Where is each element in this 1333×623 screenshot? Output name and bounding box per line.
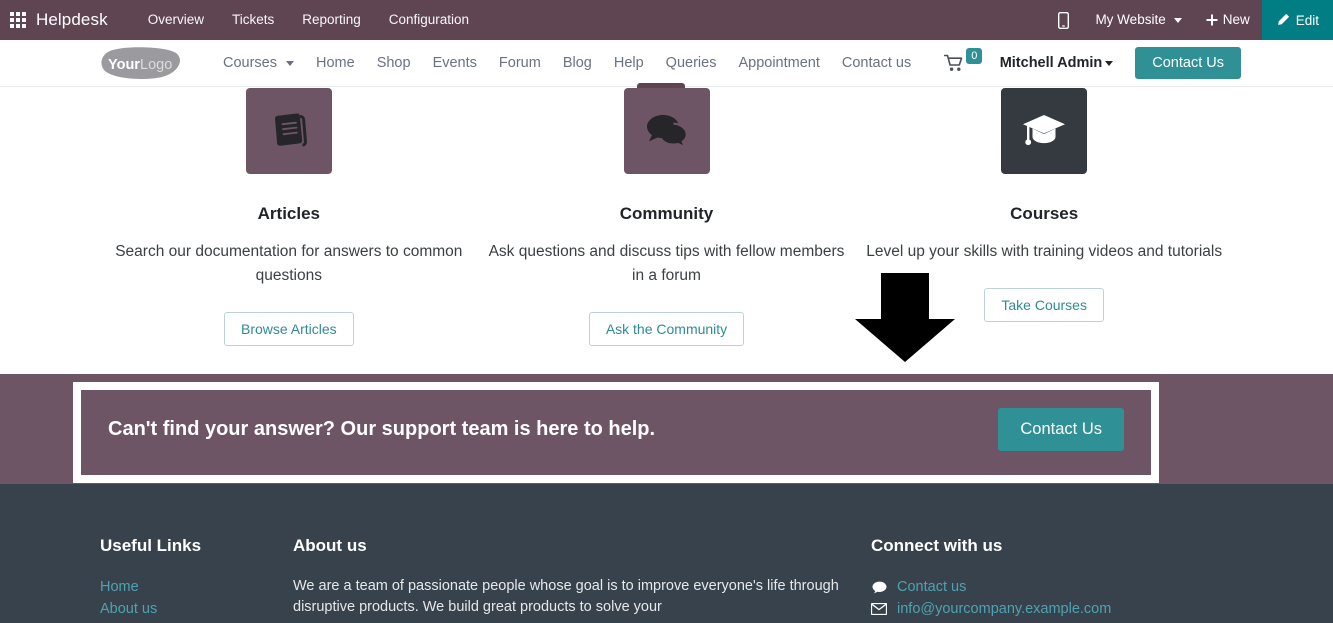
card-community: Community Ask questions and discuss tips… (478, 88, 856, 374)
mobile-phone-icon[interactable] (1058, 11, 1070, 29)
website-selector[interactable]: My Website (1083, 0, 1193, 40)
pencil-icon (1277, 13, 1289, 25)
shopping-cart-icon (944, 54, 963, 71)
nav-item-events[interactable]: Events (422, 55, 488, 71)
footer-useful-links: Useful Links Home About us (100, 536, 293, 623)
chevron-down-icon (1105, 60, 1114, 66)
website-navbar: Your Logo Courses Home Shop Events Forum… (0, 40, 1333, 87)
your-logo-icon: Your Logo (101, 47, 180, 79)
nav-item-queries[interactable]: Queries (655, 55, 728, 71)
support-cta-content: Can't find your answer? Our support team… (81, 390, 1151, 468)
user-menu-label: Mitchell Admin (999, 55, 1103, 71)
help-options-section: Articles Search our documentation for an… (0, 88, 1333, 374)
footer-link-home[interactable]: Home (100, 576, 293, 598)
book-icon (245, 88, 332, 174)
cart-count-badge: 0 (966, 48, 983, 65)
footer-about-heading: About us (293, 536, 367, 555)
footer-about: About us We are a team of passionate peo… (293, 536, 871, 623)
helpdesk-website-page: Helpdesk Overview Tickets Reporting Conf… (0, 0, 1333, 623)
support-cta-text: Can't find your answer? Our support team… (108, 417, 656, 440)
backend-menu-overview[interactable]: Overview (134, 0, 218, 40)
card-articles: Articles Search our documentation for an… (100, 88, 478, 374)
footer-useful-links-heading: Useful Links (100, 536, 202, 555)
card-courses-title: Courses (1010, 204, 1079, 223)
footer-connect-heading: Connect with us (871, 536, 1003, 555)
website-navbar-right: Mitchell Admin Contact Us (1000, 47, 1241, 79)
new-button[interactable]: New (1194, 0, 1262, 40)
footer-contact-us-link[interactable]: Contact us (897, 576, 966, 598)
graduation-cap-icon (1001, 88, 1088, 174)
nav-contact-us-button[interactable]: Contact Us (1135, 47, 1241, 79)
nav-item-courses-label: Courses (223, 55, 277, 71)
svg-text:Your: Your (108, 57, 140, 73)
down-arrow-annotation (855, 273, 955, 362)
backend-menu: Overview Tickets Reporting Configuration (134, 0, 483, 40)
take-courses-button[interactable]: Take Courses (984, 288, 1104, 322)
backend-menu-tickets[interactable]: Tickets (218, 0, 288, 40)
nav-item-contact-us[interactable]: Contact us (831, 55, 922, 71)
site-logo[interactable]: Your Logo (100, 46, 184, 80)
apps-grid-icon[interactable] (10, 12, 26, 28)
new-button-label: New (1222, 12, 1250, 27)
nav-item-forum[interactable]: Forum (488, 55, 552, 71)
chevron-down-icon (286, 60, 294, 66)
edit-button-label: Edit (1295, 12, 1319, 28)
envelope-icon (871, 603, 887, 615)
footer-connect: Connect with us Contact us info@yourcomp… (871, 536, 1233, 623)
card-community-description: Ask questions and discuss tips with fell… (488, 243, 845, 284)
footer-contact-row[interactable]: Contact us (871, 576, 1233, 598)
footer-about-text: We are a team of passionate people whose… (293, 578, 839, 615)
backend-menu-reporting[interactable]: Reporting (288, 0, 375, 40)
nav-item-home[interactable]: Home (305, 55, 366, 71)
website-menu: Courses Home Shop Events Forum Blog Help… (212, 48, 983, 72)
footer-email-row[interactable]: info@yourcompany.example.com (871, 598, 1233, 620)
card-community-title: Community (619, 204, 714, 223)
card-articles-title: Articles (257, 204, 321, 223)
plus-icon (1206, 14, 1218, 26)
card-articles-description: Search our documentation for answers to … (115, 243, 463, 284)
svg-text:Logo: Logo (140, 57, 172, 73)
backend-bar-right: My Website New Edit (1058, 0, 1333, 40)
card-courses-description: Level up your skills with training video… (866, 243, 1223, 260)
chevron-down-icon (1173, 17, 1182, 23)
cta-contact-us-button[interactable]: Contact Us (998, 407, 1124, 451)
nav-item-blog[interactable]: Blog (552, 55, 603, 71)
cart-button[interactable]: 0 (944, 48, 983, 72)
nav-item-help[interactable]: Help (603, 55, 655, 71)
edit-button[interactable]: Edit (1261, 0, 1333, 40)
user-menu[interactable]: Mitchell Admin (1000, 55, 1114, 71)
footer-email-link[interactable]: info@yourcompany.example.com (897, 598, 1111, 620)
footer-link-about-us[interactable]: About us (100, 598, 293, 620)
comments-icon (623, 88, 710, 174)
app-title: Helpdesk (36, 10, 108, 29)
comment-icon (871, 581, 887, 594)
nav-item-appointment[interactable]: Appointment (727, 55, 830, 71)
site-footer: Useful Links Home About us About us We a… (0, 484, 1333, 623)
website-selector-label: My Website (1095, 12, 1166, 27)
nav-item-courses[interactable]: Courses (212, 55, 305, 71)
nav-item-shop[interactable]: Shop (366, 55, 422, 71)
ask-the-community-button[interactable]: Ask the Community (588, 312, 745, 346)
backend-menu-configuration[interactable]: Configuration (375, 0, 483, 40)
browse-articles-button[interactable]: Browse Articles (223, 312, 354, 346)
odoo-top-bar: Helpdesk Overview Tickets Reporting Conf… (0, 0, 1333, 40)
